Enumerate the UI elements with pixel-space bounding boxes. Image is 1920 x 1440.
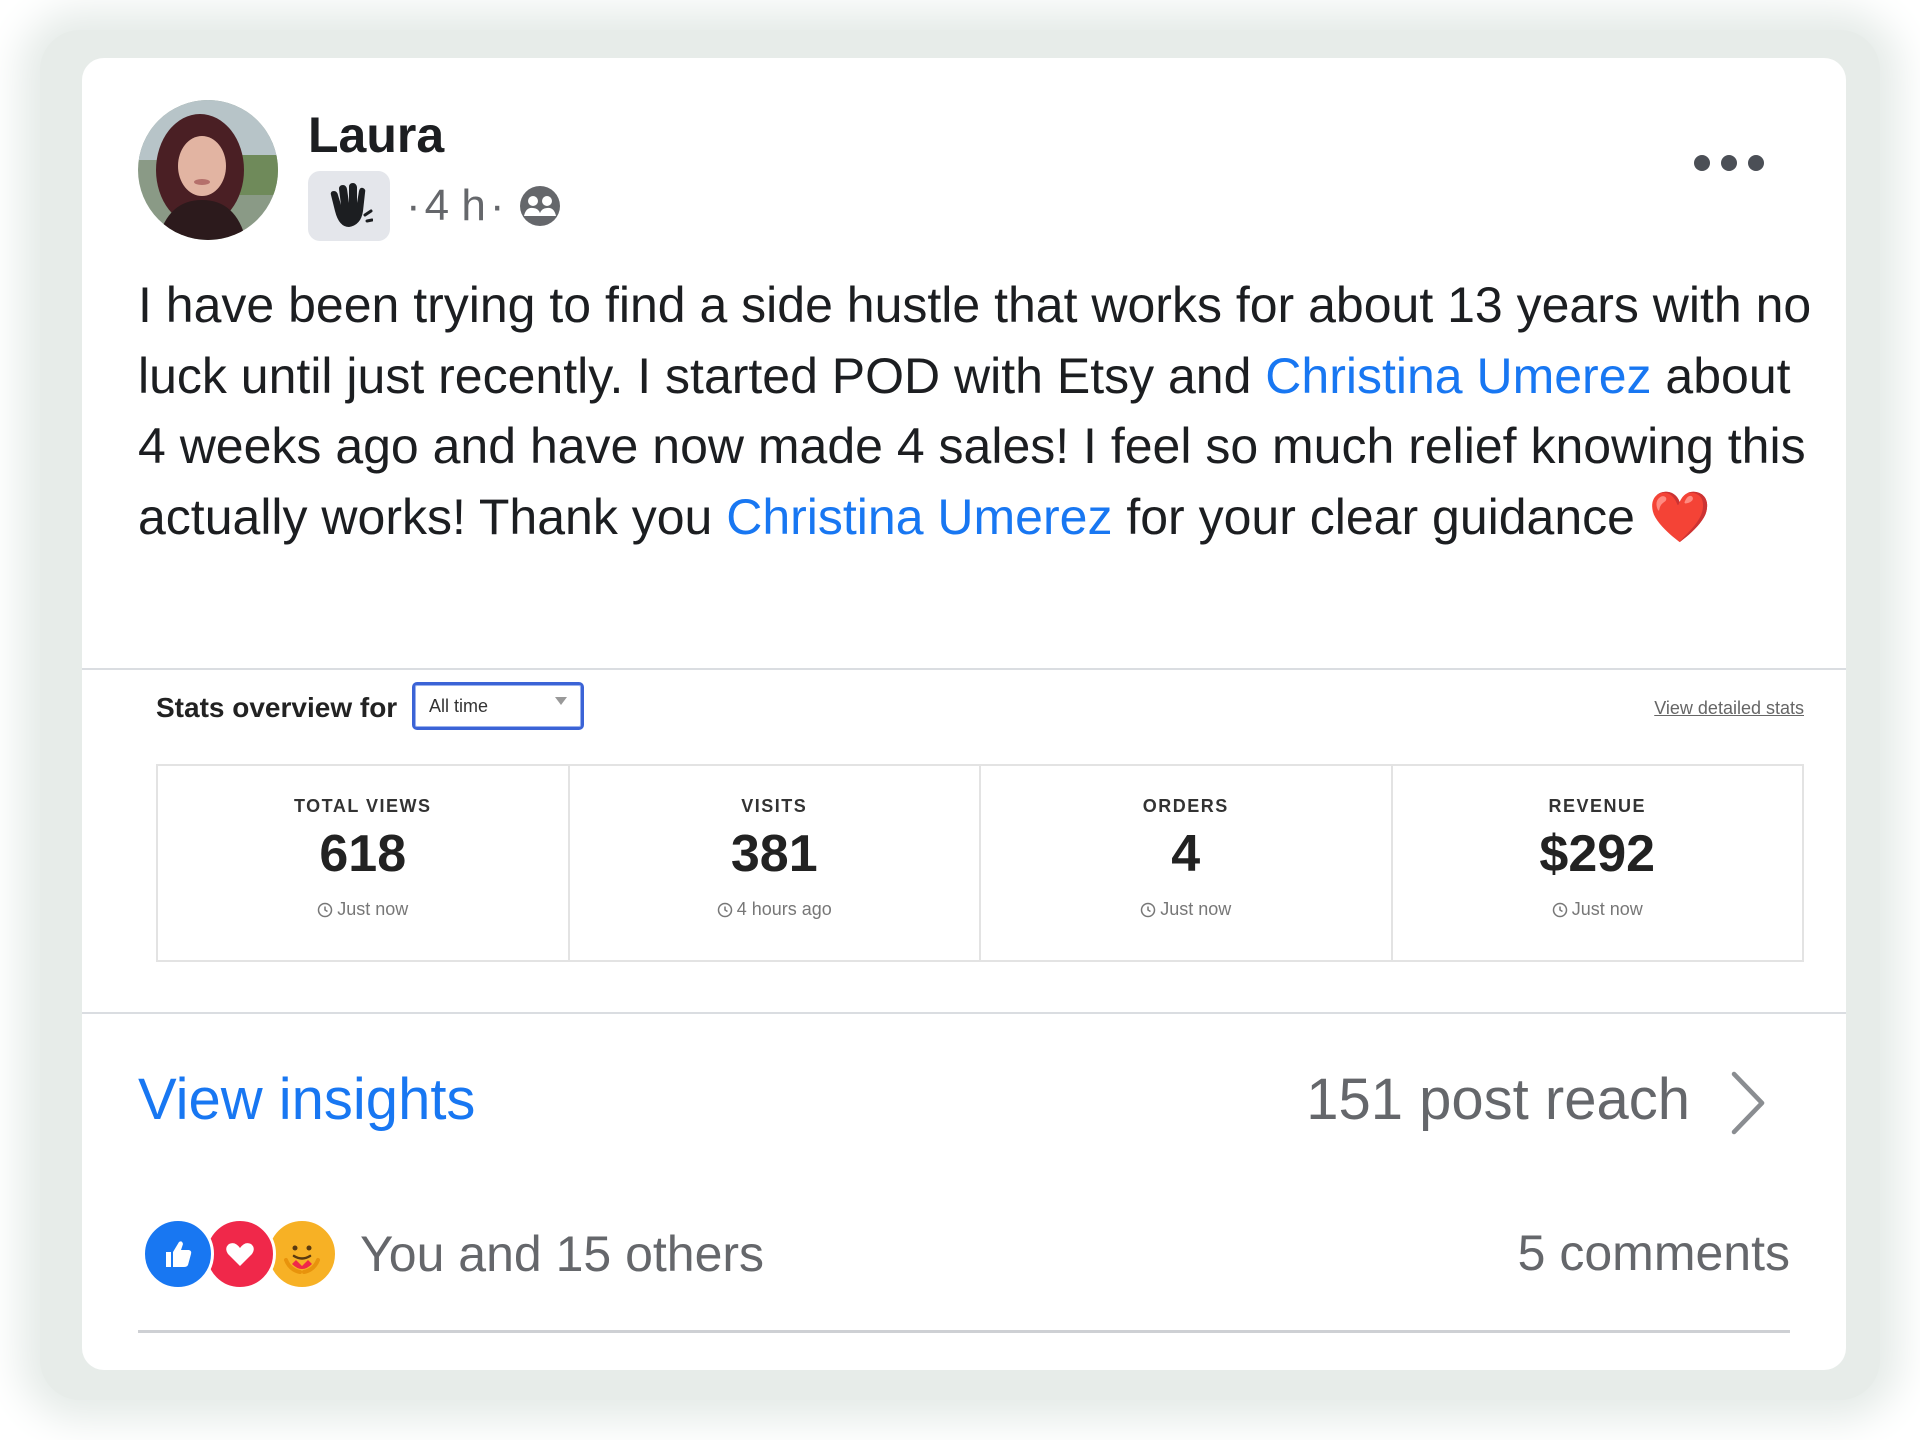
- stat-label: TOTAL VIEWS: [293, 796, 432, 816]
- view-insights-link[interactable]: View insights: [138, 1066, 475, 1133]
- stat-updated: Just now: [158, 899, 568, 920]
- heart-emoji: ❤️: [1648, 488, 1712, 545]
- dot: [1721, 155, 1737, 171]
- like-reaction-icon: [142, 1218, 214, 1290]
- footer-divider: [138, 1330, 1790, 1333]
- reactions-summary[interactable]: You and 15 others: [142, 1218, 764, 1290]
- dot: [1694, 155, 1710, 171]
- love-reaction-icon: [204, 1218, 276, 1290]
- stat-time-text: Just now: [337, 899, 409, 919]
- stat-time-text: 4 hours ago: [736, 899, 832, 919]
- post-card: Laura · 4 h · I have been trying to find…: [82, 58, 1846, 1370]
- post-meta: · 4 h ·: [308, 170, 562, 242]
- divider: [82, 1012, 1846, 1014]
- clock-icon: [317, 902, 333, 917]
- stat-value: 381: [730, 825, 818, 883]
- stats-grid: TOTAL VIEWS 618 Just now VISITS 381 4 ho…: [156, 764, 1804, 962]
- clock-icon: [1552, 902, 1567, 917]
- mention-link[interactable]: Christina Umerez: [1265, 348, 1651, 404]
- meta-dot: ·: [406, 181, 421, 230]
- stat-updated: 4 hours ago: [570, 899, 980, 920]
- reactions-text: You and 15 others: [360, 1226, 765, 1282]
- divider: [82, 668, 1846, 670]
- post-text-part: for your clear guidance: [1112, 488, 1649, 545]
- stat-value: 618: [319, 825, 407, 883]
- avatar[interactable]: [138, 100, 278, 240]
- chevron-right-icon[interactable]: [1726, 1068, 1770, 1143]
- clock-icon: [1140, 902, 1156, 917]
- post-body: I have been trying to find a side hustle…: [138, 270, 1818, 552]
- stat-updated: Just now: [981, 899, 1391, 920]
- period-select-value: All time: [429, 695, 489, 716]
- comments-count[interactable]: 5 comments: [1518, 1224, 1790, 1282]
- wave-badge-icon[interactable]: [308, 171, 390, 241]
- group-privacy-icon[interactable]: [518, 184, 562, 228]
- meta-dot: ·: [489, 181, 505, 230]
- care-reaction-icon: [266, 1218, 338, 1290]
- stat-value: 4: [1171, 825, 1201, 883]
- more-options-icon[interactable]: [1694, 138, 1764, 188]
- stat-card-total-views: TOTAL VIEWS 618 Just now: [158, 766, 570, 960]
- clock-icon: [717, 902, 732, 917]
- stat-label: ORDERS: [1142, 796, 1229, 816]
- stat-card-orders: ORDERS 4 Just now: [981, 766, 1393, 960]
- author-name[interactable]: Laura: [308, 106, 444, 164]
- stat-card-revenue: REVENUE $292 Just now: [1393, 766, 1803, 960]
- dot: [1748, 155, 1764, 171]
- post-time[interactable]: 4 h: [425, 181, 486, 231]
- stat-time-text: Just now: [1571, 899, 1643, 919]
- stat-updated: Just now: [1393, 899, 1803, 920]
- stat-label: REVENUE: [1548, 796, 1647, 816]
- stat-card-visits: VISITS 381 4 hours ago: [570, 766, 981, 960]
- stat-time-text: Just now: [1160, 899, 1232, 919]
- post-reach[interactable]: 151 post reach: [1306, 1066, 1690, 1133]
- caret-down-icon: [555, 697, 567, 705]
- mention-link[interactable]: Christina Umerez: [726, 489, 1112, 545]
- stat-value: $292: [1539, 825, 1656, 883]
- stats-overview-label: Stats overview for: [156, 692, 398, 723]
- stat-label: VISITS: [741, 796, 808, 816]
- view-detailed-stats-link[interactable]: View detailed stats: [1654, 698, 1804, 719]
- period-select[interactable]: All time: [412, 682, 584, 730]
